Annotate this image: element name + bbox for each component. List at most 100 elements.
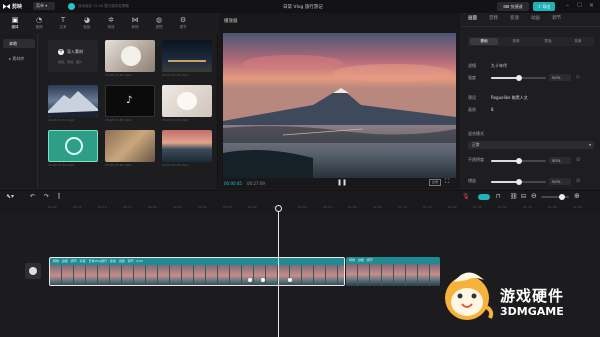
ruler-tick: 00:35 xyxy=(223,205,232,209)
tool-effects[interactable]: ✲ 特效 xyxy=(100,15,122,32)
blend-label: 混合模式 xyxy=(468,131,484,136)
keyframe-icon[interactable]: ◇ xyxy=(576,74,580,80)
ratio-button[interactable]: 比例 xyxy=(429,179,441,186)
plus-icon: + xyxy=(58,48,64,55)
ruler-tick: 01:00 xyxy=(348,205,357,209)
tool-text[interactable]: T 文本 xyxy=(52,15,74,32)
thumb-caption: 15-03 11:32 mp4 xyxy=(162,118,189,122)
strength-value[interactable]: 50% xyxy=(549,74,571,81)
tab-audio[interactable]: 音频 xyxy=(489,13,498,25)
redo-icon[interactable]: ↷ xyxy=(44,193,49,200)
import-button[interactable]: + 导入素材 视频、音频、图片 xyxy=(48,40,98,72)
reset-icon[interactable]: ⊙ xyxy=(576,157,580,163)
style-label: 滤镜 xyxy=(468,63,476,68)
main-clip[interactable]: 特效 · 边框 · 调节 · 抖音 · 日常Vlog旅行 · 叠加 · 滤镜 ·… xyxy=(49,257,345,286)
opacity-slider[interactable] xyxy=(491,158,546,164)
subtab-background[interactable]: 背景 xyxy=(564,38,592,45)
project-title: 日常 Vlog 旅行游记 xyxy=(283,5,323,10)
playhead-handle[interactable] xyxy=(275,205,282,212)
tool-audio[interactable]: ◔ 音频 xyxy=(28,15,50,32)
adjust-icon: ⚙ xyxy=(179,16,187,24)
strength-label: 强度 xyxy=(468,75,476,80)
zoom-out-icon[interactable]: ⊖ xyxy=(531,192,537,200)
select-tool-icon[interactable]: ⬉▾ xyxy=(6,193,14,200)
media-thumb-dog[interactable] xyxy=(105,130,155,162)
media-icon: ▣ xyxy=(11,16,19,24)
keyframe-dot[interactable] xyxy=(288,278,292,282)
sidebar-item-label: 本地 xyxy=(9,41,17,46)
fullscreen-icon[interactable]: ⛶ xyxy=(445,178,449,186)
tool-media[interactable]: ▣ 媒体 xyxy=(4,15,26,32)
title-bar: 剪映 菜单 ▾ 自动保存 12:30 暂已保存至草稿 日常 Vlog 旅行游记 … xyxy=(0,0,600,13)
media-thumb-mountain[interactable] xyxy=(48,85,98,117)
tab-adjust[interactable]: 调节 xyxy=(552,13,561,25)
sidebar-item-local[interactable]: 本地 xyxy=(3,39,35,48)
export-button[interactable]: ⇪ 导出 xyxy=(533,2,555,11)
media-thumb-tiktok[interactable]: ♪ xyxy=(105,85,155,117)
tab-animation[interactable]: 动画 xyxy=(531,13,540,25)
magnet-icon[interactable]: ⊓ xyxy=(496,193,501,200)
tool-transition[interactable]: ⋈ 转场 xyxy=(124,15,146,32)
ruler-tick: 00:55 xyxy=(323,205,332,209)
video-preview[interactable] xyxy=(223,33,456,178)
undo-icon[interactable]: ↶ xyxy=(30,193,35,200)
import-label: 导入素材 xyxy=(67,49,83,54)
gain-fill xyxy=(491,181,519,183)
keyframe-dot[interactable] xyxy=(248,278,252,282)
link-toggle-icon[interactable] xyxy=(478,194,490,200)
zoom-knob[interactable] xyxy=(559,194,565,200)
cover-button[interactable] xyxy=(25,263,41,279)
opacity-knob[interactable] xyxy=(515,158,522,164)
keyframe-dot[interactable] xyxy=(261,278,265,282)
watermark-site: 3DMGAME xyxy=(500,305,564,318)
maximize-button[interactable]: □ xyxy=(575,2,584,11)
linkage-icon[interactable]: ⛓ xyxy=(510,193,518,200)
media-thumb-cat-1[interactable] xyxy=(105,40,155,72)
tool-filter[interactable]: ◍ 滤镜 xyxy=(148,15,170,32)
ruler-tick: 01:30 xyxy=(498,205,507,209)
player-panel: 播放器 00:00:45 00:27:09 ❚❚ 比例 ⛶ xyxy=(219,13,460,189)
tab-picture[interactable]: 画面 xyxy=(468,13,477,25)
media-thumb-lake[interactable] xyxy=(162,130,212,162)
sidebar-item-library[interactable]: ▸ 素材库 xyxy=(3,54,35,63)
shortcut-button[interactable]: ⌨ 快捷键 xyxy=(497,2,529,11)
ruler-tick: 00:30 xyxy=(198,205,207,209)
gain-value[interactable]: 50% xyxy=(549,178,571,185)
minimize-button[interactable]: – xyxy=(563,2,572,11)
media-thumb-cat-2[interactable] xyxy=(162,85,212,117)
media-thumb-clock[interactable] xyxy=(48,130,98,162)
subtab-basic[interactable]: 基础 xyxy=(470,38,498,45)
thumb-caption: 15-03 11:32 mp4 xyxy=(48,118,75,122)
strength-slider[interactable] xyxy=(491,75,546,81)
thumb-caption: 15-03 11:32 mp4 xyxy=(162,73,189,77)
opacity-value[interactable]: 50% xyxy=(549,157,571,164)
media-sidebar: 本地 ▸ 素材库 xyxy=(0,34,38,189)
gain-slider[interactable] xyxy=(491,179,546,185)
split-icon[interactable]: ⫿ xyxy=(58,193,60,201)
clip-label: 特效 · 边框 · 调节 xyxy=(349,258,373,262)
ruler-tick: 01:15 xyxy=(423,205,432,209)
tool-sticker[interactable]: ◕ 贴纸 xyxy=(76,15,98,32)
preview-axis-icon[interactable]: ⊟ xyxy=(521,193,526,200)
microphone-icon[interactable]: 🎙 xyxy=(462,193,470,200)
reset-icon[interactable]: ⊙ xyxy=(576,178,580,184)
strength-knob[interactable] xyxy=(515,75,522,81)
zoom-in-icon[interactable]: ⊕ xyxy=(574,192,580,200)
subtab-mask[interactable]: 蒙版 xyxy=(534,38,562,45)
subtab-keying[interactable]: 抠像 xyxy=(502,38,530,45)
media-thumb-night[interactable] xyxy=(162,40,212,72)
zoom-slider[interactable] xyxy=(541,194,569,200)
gain-knob[interactable] xyxy=(515,179,522,185)
playhead[interactable] xyxy=(278,206,279,337)
blend-select[interactable]: 正常 ▾ xyxy=(468,141,594,149)
close-button[interactable]: × xyxy=(587,2,596,11)
tab-speed[interactable]: 变速 xyxy=(510,13,519,25)
time-ruler: 00:00 00:05 00:10 00:15 00:20 00:25 00:30 00:35… xyxy=(0,202,600,214)
top-toolbar: ▣ 媒体 ◔ 音频 T 文本 ◕ 贴纸 ✲ 特效 ⋈ 转场 ◍ 滤镜 ⚙ 调节 xyxy=(0,13,218,34)
effects-icon: ✲ xyxy=(108,16,114,24)
tool-adjust[interactable]: ⚙ 调节 xyxy=(172,15,194,32)
menu-button[interactable]: 菜单 ▾ xyxy=(33,2,55,10)
play-pause-icon[interactable]: ❚❚ xyxy=(337,179,347,186)
second-clip[interactable]: 特效 · 边框 · 调节 xyxy=(346,257,440,286)
thumb-caption: 15-03 11:32 mp4 xyxy=(48,163,75,167)
